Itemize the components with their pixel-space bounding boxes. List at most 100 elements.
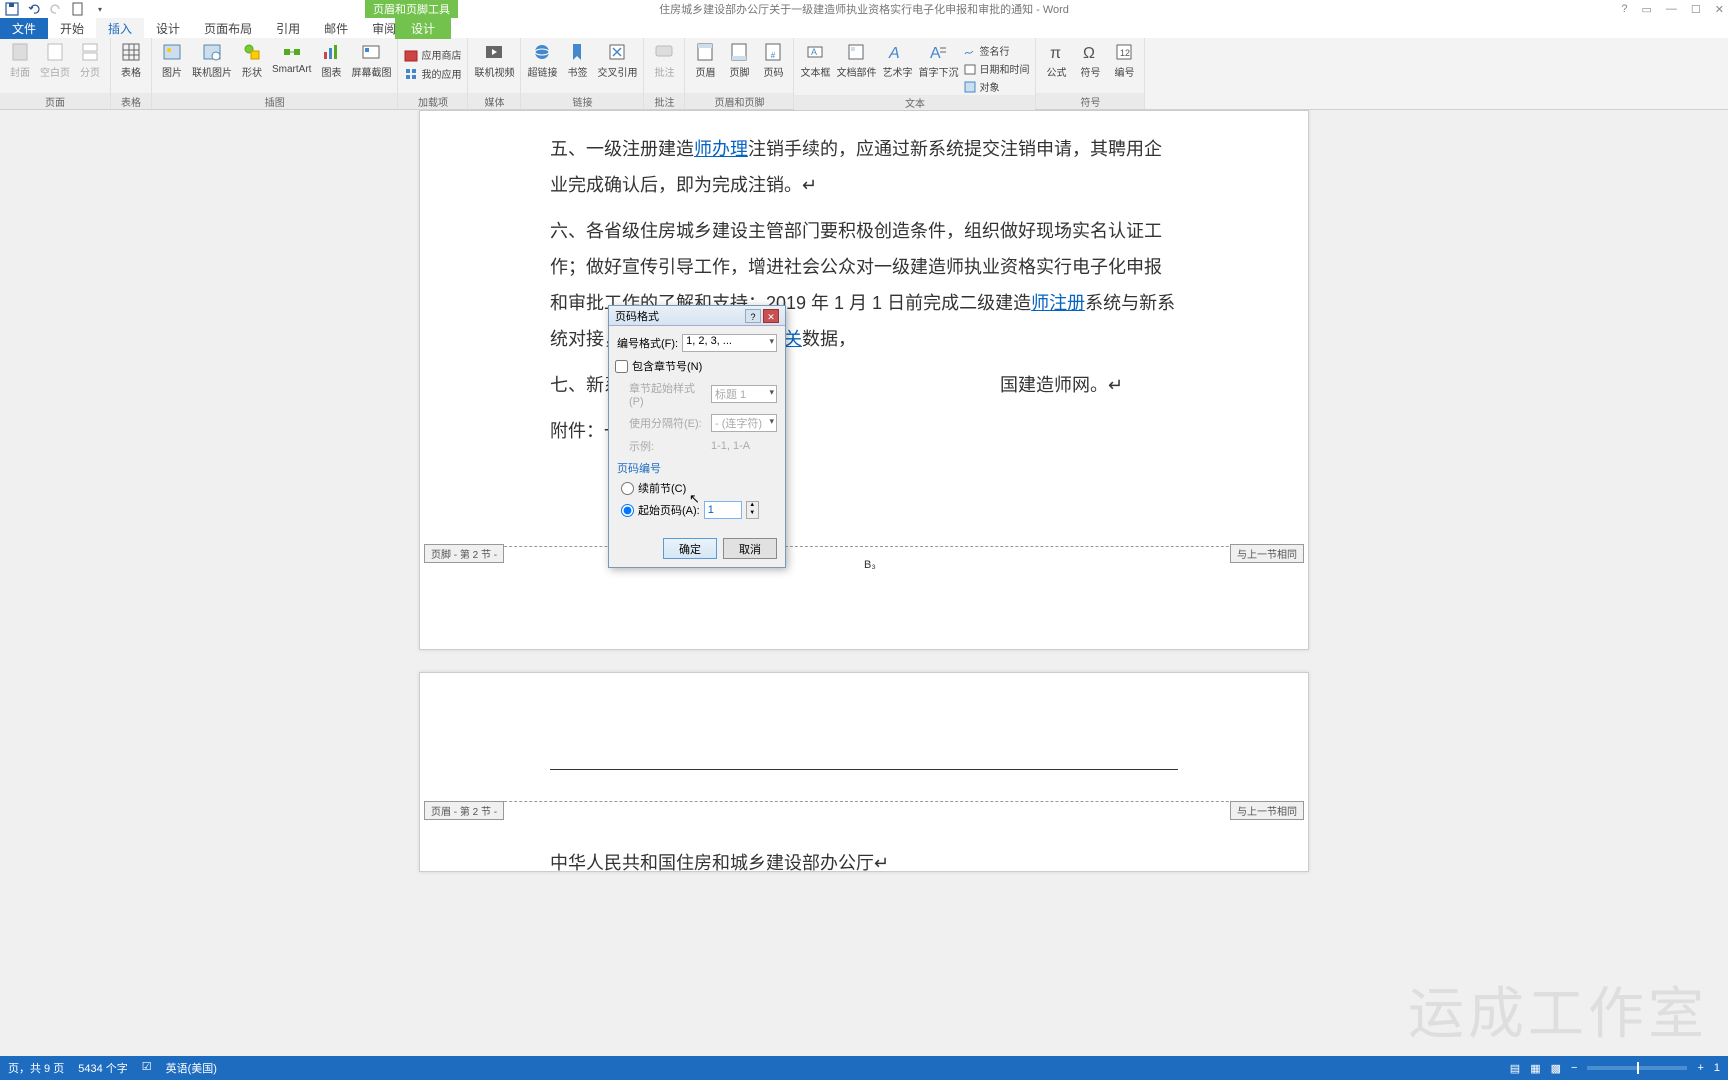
shapes-button[interactable]: 形状	[238, 40, 266, 79]
group-label-comments: 批注	[644, 93, 684, 109]
ok-button[interactable]: 确定	[663, 538, 717, 559]
zoom-slider[interactable]	[1587, 1066, 1687, 1070]
proofing-icon[interactable]: ☑	[142, 1060, 152, 1076]
new-doc-icon[interactable]	[70, 1, 86, 17]
document-content[interactable]: 五、一级注册建造师办理注销手续的，应通过新系统提交注销申请，其聘用企业完成确认后…	[420, 111, 1308, 449]
group-label-hf: 页眉和页脚	[685, 93, 793, 109]
tab-home[interactable]: 开始	[48, 18, 96, 39]
page-count[interactable]: 页，共 9 页	[8, 1060, 64, 1076]
number-button[interactable]: 12编号	[1110, 40, 1138, 79]
page-number-format-dialog: 页码格式 ? ✕ 编号格式(F): 1, 2, 3, ... 包含章节号(N) …	[608, 305, 786, 568]
chart-button[interactable]: 图表	[317, 40, 345, 79]
tab-layout[interactable]: 页面布局	[192, 18, 264, 39]
number-format-label: 编号格式(F):	[617, 335, 678, 351]
symbol-button[interactable]: Ω符号	[1076, 40, 1104, 79]
link-banli[interactable]: 师办理	[694, 139, 748, 159]
close-icon[interactable]: ✕	[1715, 3, 1724, 16]
header-rule	[550, 769, 1178, 770]
group-page: 封面 空白页 分页 页面	[0, 38, 111, 109]
dialog-titlebar[interactable]: 页码格式 ? ✕	[609, 306, 785, 326]
store-button[interactable]: 应用商店	[404, 46, 461, 63]
start-at-radio[interactable]	[621, 504, 634, 517]
tab-mail[interactable]: 邮件	[312, 18, 360, 39]
start-at-spinner[interactable]: ▲▼	[746, 501, 759, 519]
crossref-button[interactable]: 交叉引用	[597, 40, 637, 79]
qat-dropdown-icon[interactable]: ▾	[92, 1, 108, 17]
online-picture-button[interactable]: 联机图片	[192, 40, 232, 79]
object-button[interactable]: 对象	[964, 78, 1029, 95]
table-button[interactable]: 表格	[117, 40, 145, 79]
page-break-button: 分页	[76, 40, 104, 79]
tab-file[interactable]: 文件	[0, 18, 48, 39]
group-label-links: 链接	[521, 93, 643, 109]
footer-section-label: 页脚 - 第 2 节 -	[424, 544, 504, 563]
language-status[interactable]: 英语(美国)	[166, 1060, 217, 1076]
start-at-input[interactable]	[704, 501, 742, 519]
group-text: A文本框 文档部件 A艺术字 A首字下沉 签名行 日期和时间 对象 文本	[794, 38, 1036, 109]
ribbon-tabs: 文件 开始 插入 设计 页面布局 引用 邮件 审阅 视图 设计	[0, 18, 1728, 38]
footer-page-mark[interactable]: B₃	[864, 559, 876, 571]
redo-icon[interactable]	[48, 1, 64, 17]
example-value: 1-1, 1-A	[711, 440, 750, 452]
document-area[interactable]: 五、一级注册建造师办理注销手续的，应通过新系统提交注销申请，其聘用企业完成确认后…	[0, 110, 1728, 1056]
include-chapter-checkbox[interactable]	[615, 360, 628, 373]
my-apps-button[interactable]: 我的应用	[404, 65, 461, 82]
mouse-cursor-icon: ↖	[689, 491, 700, 507]
continue-radio[interactable]	[621, 482, 634, 495]
page-number-button[interactable]: #页码	[759, 40, 787, 79]
wordart-button[interactable]: A艺术字	[882, 40, 912, 95]
help-icon[interactable]: ?	[1621, 3, 1627, 16]
header-button[interactable]: 页眉	[691, 40, 719, 79]
tab-references[interactable]: 引用	[264, 18, 312, 39]
print-layout-icon[interactable]: ▦	[1530, 1062, 1540, 1075]
undo-icon[interactable]	[26, 1, 42, 17]
textbox-button[interactable]: A文本框	[800, 40, 830, 95]
svg-text:A: A	[811, 47, 817, 57]
svg-text:Ω: Ω	[1083, 45, 1095, 62]
header-link-label: 与上一节相同	[1230, 801, 1304, 820]
signature-line-button[interactable]: 签名行	[964, 42, 1029, 59]
contextual-tab-label: 页眉和页脚工具	[365, 0, 458, 18]
read-mode-icon[interactable]: ▤	[1510, 1062, 1520, 1075]
picture-button[interactable]: 图片	[158, 40, 186, 79]
page-2: 页眉 - 第 2 节 - 与上一节相同 中华人民共和国住房和城乡建设部办公厅↵	[419, 672, 1309, 872]
group-label-symbols: 符号	[1036, 93, 1144, 109]
spinner-down-icon[interactable]: ▼	[747, 510, 758, 518]
dialog-close-icon[interactable]: ✕	[763, 309, 779, 323]
web-layout-icon[interactable]: ▩	[1551, 1062, 1561, 1075]
footer-boundary	[424, 546, 1304, 547]
tab-design[interactable]: 设计	[144, 18, 192, 39]
title-bar: ▾ 页眉和页脚工具 住房城乡建设部办公厅关于一级建造师执业资格实行电子化申报和审…	[0, 0, 1728, 18]
smartart-button[interactable]: SmartArt	[272, 40, 311, 79]
watermark-text: 运成工作室	[1408, 969, 1708, 1050]
cancel-button[interactable]: 取消	[723, 538, 777, 559]
tab-hf-design[interactable]: 设计	[395, 18, 451, 39]
dropcap-button[interactable]: A首字下沉	[918, 40, 958, 95]
group-comments: 批注 批注	[644, 38, 685, 109]
zoom-in-icon[interactable]: +	[1697, 1062, 1703, 1074]
hyperlink-button[interactable]: 超链接	[527, 40, 557, 79]
word-count[interactable]: 5434 个字	[78, 1060, 128, 1076]
restore-icon[interactable]: ☐	[1691, 3, 1701, 16]
number-format-select[interactable]: 1, 2, 3, ...	[682, 334, 777, 352]
zoom-out-icon[interactable]: −	[1571, 1062, 1577, 1074]
minimize-icon[interactable]: —	[1666, 3, 1677, 16]
ribbon-toggle-icon[interactable]: ▭	[1642, 3, 1652, 16]
group-header-footer: 页眉 页脚 #页码 页眉和页脚	[685, 38, 794, 109]
dialog-help-icon[interactable]: ?	[745, 309, 761, 323]
link-zhuce[interactable]: 师注册	[1031, 293, 1085, 313]
screenshot-button[interactable]: 屏幕截图	[351, 40, 391, 79]
paragraph-5: 五、一级注册建造师办理注销手续的，应通过新系统提交注销申请，其聘用企业完成确认后…	[550, 131, 1178, 203]
group-label-addins: 加载项	[398, 93, 467, 109]
zoom-level[interactable]: 1	[1714, 1062, 1720, 1074]
video-button[interactable]: 联机视频	[474, 40, 514, 79]
spinner-up-icon[interactable]: ▲	[747, 502, 758, 510]
equation-button[interactable]: π公式	[1042, 40, 1070, 79]
save-icon[interactable]	[4, 1, 20, 17]
quickparts-button[interactable]: 文档部件	[836, 40, 876, 95]
date-time-button[interactable]: 日期和时间	[964, 60, 1029, 77]
window-controls: ? ▭ — ☐ ✕	[1621, 3, 1724, 16]
tab-insert[interactable]: 插入	[96, 18, 144, 39]
bookmark-button[interactable]: 书签	[563, 40, 591, 79]
footer-button[interactable]: 页脚	[725, 40, 753, 79]
